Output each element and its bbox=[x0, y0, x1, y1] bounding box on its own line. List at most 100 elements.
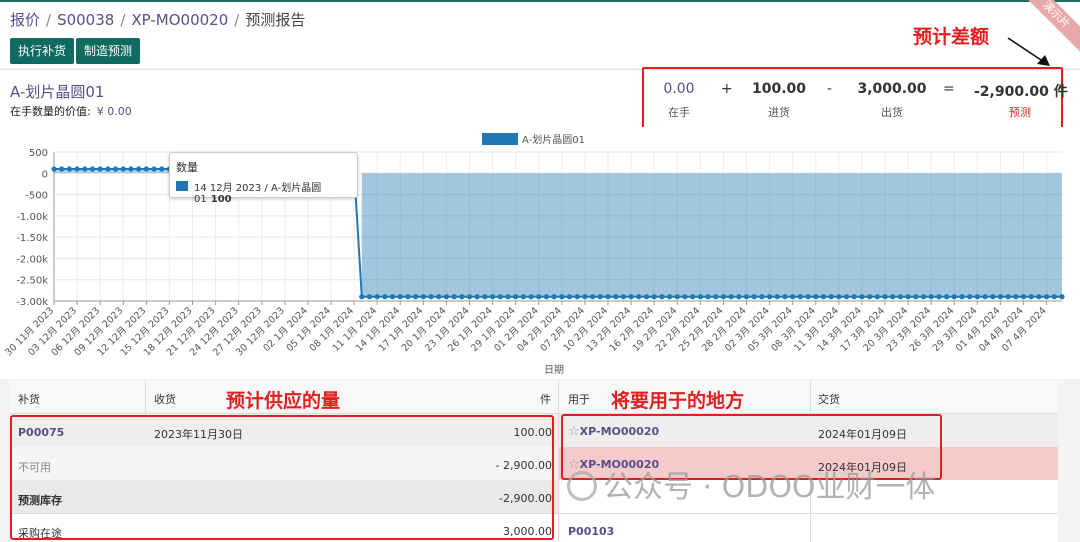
data-point bbox=[628, 294, 634, 300]
data-point bbox=[1013, 294, 1019, 300]
data-point bbox=[112, 166, 119, 172]
data-point bbox=[820, 294, 827, 300]
data-point bbox=[497, 294, 503, 300]
data-point bbox=[474, 294, 480, 300]
data-point bbox=[713, 294, 719, 300]
product-name[interactable]: A-划片晶圆01 bbox=[10, 81, 104, 102]
data-point bbox=[997, 294, 1004, 300]
data-point bbox=[920, 294, 927, 300]
data-point bbox=[1020, 294, 1027, 300]
data-point bbox=[666, 294, 673, 300]
forecast-qty: -2,900.00 件 bbox=[974, 84, 1068, 100]
data-point bbox=[459, 294, 465, 300]
data-point bbox=[420, 294, 426, 300]
manufacture-forecast-button[interactable]: 制造预测 bbox=[76, 38, 141, 64]
data-point bbox=[851, 294, 857, 300]
data-point bbox=[505, 294, 511, 300]
data-point bbox=[743, 294, 750, 300]
data-point bbox=[928, 294, 934, 300]
header-unit: 件 bbox=[540, 393, 551, 406]
header-receipt: 收货 bbox=[154, 393, 176, 406]
data-point bbox=[489, 294, 496, 300]
data-point bbox=[728, 294, 734, 300]
data-point bbox=[813, 294, 819, 300]
data-point bbox=[882, 294, 888, 300]
data-point bbox=[736, 294, 742, 300]
data-point bbox=[413, 294, 419, 300]
wechat-logo-icon bbox=[567, 471, 597, 501]
y-tick-label: -3.00k bbox=[16, 297, 48, 308]
data-point bbox=[374, 294, 380, 300]
data-point bbox=[1059, 294, 1065, 300]
data-point bbox=[428, 294, 434, 300]
data-point bbox=[790, 294, 796, 300]
data-point bbox=[136, 166, 142, 172]
data-point bbox=[405, 294, 411, 300]
data-point bbox=[951, 294, 957, 300]
on-hand-value: 在手数量的价值: ¥ 0.00 bbox=[10, 103, 132, 119]
outgoing-qty: 3,000.00 bbox=[857, 81, 927, 97]
header-delivery: 交货 bbox=[818, 393, 840, 406]
x-axis-label: 日期 bbox=[544, 364, 564, 376]
y-tick-label: 0 bbox=[42, 169, 48, 180]
data-point bbox=[874, 294, 880, 300]
y-tick-label: -1.50k bbox=[16, 233, 48, 244]
data-point bbox=[828, 294, 834, 300]
data-point bbox=[720, 294, 727, 300]
tooltip-swatch bbox=[176, 181, 188, 191]
data-point bbox=[990, 294, 996, 300]
watermark: 公众号 · ODOO业财一体 bbox=[567, 462, 936, 506]
legend-label: A-划片晶圆01 bbox=[522, 133, 585, 146]
page-title: 预测报告 bbox=[245, 11, 306, 29]
area-fill-negative bbox=[361, 173, 1062, 297]
plus-operator: + bbox=[721, 81, 733, 97]
data-point bbox=[643, 294, 650, 300]
data-point bbox=[682, 294, 688, 300]
breadcrumb-order[interactable]: S00038 bbox=[57, 11, 114, 29]
data-point bbox=[551, 294, 557, 300]
data-point bbox=[536, 294, 542, 300]
annotation-forecast-gap: 预计差额 bbox=[913, 26, 990, 48]
on-hand-label: 在手 bbox=[668, 106, 690, 119]
forecast-summary: 0.00 在手 + 100.00 进货 - 3,000.00 出货 = -2,9… bbox=[642, 67, 1068, 130]
data-point bbox=[613, 294, 619, 300]
data-point bbox=[574, 294, 580, 300]
data-point bbox=[620, 294, 627, 300]
data-point bbox=[82, 166, 88, 172]
data-point bbox=[774, 294, 780, 300]
data-point bbox=[859, 294, 865, 300]
data-point bbox=[1005, 294, 1011, 300]
data-point bbox=[159, 166, 165, 172]
data-point bbox=[797, 294, 803, 300]
data-point bbox=[1051, 294, 1057, 300]
data-point bbox=[1044, 294, 1050, 300]
on-hand-qty[interactable]: 0.00 bbox=[654, 81, 704, 97]
annotation-supply: 预计供应的量 bbox=[226, 390, 341, 412]
data-point bbox=[389, 294, 396, 300]
data-point bbox=[867, 294, 873, 300]
data-point bbox=[566, 294, 573, 300]
breadcrumb-mo[interactable]: XP-MO00020 bbox=[131, 11, 228, 29]
minus-operator: - bbox=[827, 81, 833, 97]
data-point bbox=[482, 294, 488, 300]
forecast-chart: A-划片晶圆01 500 0 -500 -1.00k -1.50k -2.00k -2.50k… bbox=[0, 127, 1080, 379]
data-point bbox=[74, 166, 80, 172]
data-point bbox=[66, 166, 72, 172]
supply-highlight-box bbox=[10, 415, 554, 540]
data-point bbox=[120, 166, 126, 172]
row4-used[interactable]: P00103 bbox=[568, 525, 614, 538]
data-point bbox=[705, 294, 711, 300]
incoming-qty: 100.00 bbox=[751, 81, 807, 97]
data-point bbox=[359, 294, 365, 300]
replenish-button[interactable]: 执行补货 bbox=[10, 38, 75, 64]
data-point bbox=[590, 294, 596, 300]
data-point bbox=[805, 294, 811, 300]
data-point bbox=[943, 294, 950, 300]
annotation-usage: 将要用于的地方 bbox=[611, 390, 745, 412]
data-point bbox=[659, 294, 665, 300]
data-point bbox=[636, 294, 642, 300]
breadcrumb-quotation[interactable]: 报价 bbox=[10, 11, 40, 29]
data-point bbox=[759, 294, 765, 300]
data-point bbox=[982, 294, 988, 300]
data-point bbox=[451, 294, 457, 300]
